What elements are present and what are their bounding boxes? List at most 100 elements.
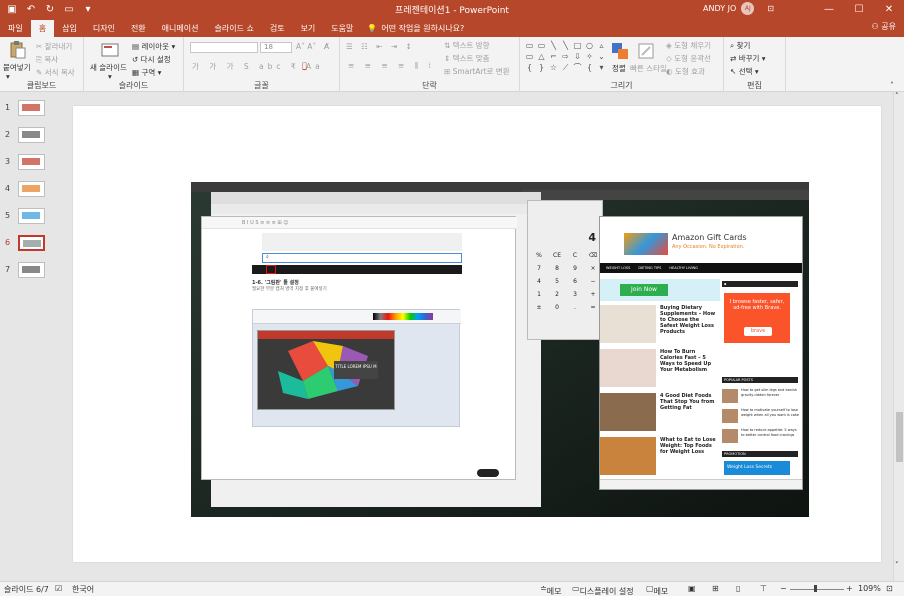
- article-item[interactable]: 4 Good Diet Foods That Stop You from Get…: [600, 393, 716, 437]
- article-item[interactable]: What to Eat to Lose Weight: Top Foods fo…: [600, 437, 716, 481]
- site-nav-item[interactable]: HEALTHY LIVING: [669, 266, 697, 270]
- brave-ad[interactable]: I browse faster, safer, ad-free with Bra…: [724, 293, 790, 343]
- tab-9[interactable]: 도움말: [323, 20, 361, 37]
- calculator-key[interactable]: .: [566, 301, 584, 314]
- close-button[interactable]: ✕: [874, 0, 904, 18]
- dialog-confirm-button[interactable]: [477, 469, 499, 477]
- find-button[interactable]: ⌕ 찾기: [730, 40, 750, 51]
- ad-banner[interactable]: Amazon Gift Cards Any Occasion. No Expir…: [620, 229, 770, 259]
- slide-thumbnail-7[interactable]: 7: [0, 262, 67, 280]
- list-buttons[interactable]: ☰ ☷ ⇤ ⇥ ↕: [346, 42, 415, 51]
- tab-6[interactable]: 슬라이드 쇼: [206, 20, 261, 37]
- customize-qat-icon[interactable]: ▾: [82, 4, 94, 15]
- comments-button[interactable]: ▢ 메모: [646, 584, 668, 596]
- minimize-button[interactable]: —: [814, 0, 844, 18]
- calculator-key[interactable]: 2: [548, 288, 566, 301]
- calculator-key[interactable]: 4: [530, 275, 548, 288]
- quick-styles-icon[interactable]: [636, 41, 656, 61]
- align-text-button[interactable]: ⇕ 텍스트 맞춤: [444, 53, 490, 64]
- tab-3[interactable]: 디자인: [85, 20, 123, 37]
- slide-thumbnail-5[interactable]: 5: [0, 208, 67, 226]
- calculator-key[interactable]: 5: [548, 275, 566, 288]
- article-item[interactable]: How To Burn Calories Fast – 5 Ways to Sp…: [600, 349, 716, 393]
- promo-banner[interactable]: Weight Loss Secrets: [724, 461, 790, 475]
- layout-button[interactable]: ▤ 레이아웃 ▾: [132, 41, 175, 52]
- format-painter-button[interactable]: ✎ 서식 복사: [36, 67, 75, 78]
- calculator-key[interactable]: C: [566, 249, 584, 262]
- calculator-key[interactable]: ±: [530, 301, 548, 314]
- font-size-dropdown[interactable]: 18: [260, 42, 292, 53]
- calculator-key[interactable]: 1: [530, 288, 548, 301]
- calculator-key[interactable]: %: [530, 249, 548, 262]
- copy-button[interactable]: ⎘ 복사: [36, 54, 58, 65]
- slide-thumbnail-3[interactable]: 3: [0, 154, 67, 172]
- tab-8[interactable]: 보기: [293, 20, 324, 37]
- calculator-key[interactable]: 0: [548, 301, 566, 314]
- brave-button[interactable]: brave: [744, 327, 772, 336]
- smartart-button[interactable]: ⊞ SmartArt로 변환: [444, 66, 510, 77]
- calculator-key[interactable]: 7: [530, 262, 548, 275]
- arrange-button[interactable]: 정렬: [612, 63, 626, 74]
- paste-icon[interactable]: [8, 40, 28, 60]
- slideshow-icon[interactable]: ⊤: [760, 584, 767, 593]
- zoom-out-icon[interactable]: −: [780, 584, 787, 593]
- display-settings-button[interactable]: ▭ 디스플레이 설정: [572, 584, 634, 596]
- clear-formatting-icon[interactable]: A̸: [324, 42, 329, 51]
- grow-font-icon[interactable]: A˄ A˅: [296, 42, 316, 51]
- popular-post-item[interactable]: How to get slim legs and banish gravity-…: [722, 387, 800, 407]
- spell-check-icon[interactable]: ☑: [55, 584, 62, 593]
- share-button[interactable]: ⚇ 공유: [872, 21, 896, 32]
- zoom-level[interactable]: 109%: [858, 584, 881, 593]
- tab-5[interactable]: 애니메이션: [154, 20, 207, 37]
- slide-thumbnail-6[interactable]: 6: [0, 235, 67, 253]
- arrange-icon[interactable]: [610, 41, 630, 61]
- redo-icon[interactable]: ↻: [44, 4, 56, 15]
- save-icon[interactable]: ▣: [6, 4, 18, 15]
- replace-button[interactable]: ⇄ 바꾸기 ▾: [730, 53, 766, 64]
- vertical-scrollbar[interactable]: ˄ ˅: [893, 92, 904, 581]
- site-nav-item[interactable]: DIETING TIPS: [638, 266, 661, 270]
- user-account[interactable]: ANDY JO AJ ⊡: [703, 2, 774, 15]
- shapes-gallery[interactable]: ▭ ▭ ╲ ╲ □ ○ ▵ ▭ △ ⌐ ⇨ ⇩ ✧ ⌄ {} ☆ ⟋ ⌒{▾: [524, 41, 607, 73]
- shape-outline-button[interactable]: ◇ 도형 윤곽선: [666, 53, 711, 64]
- quick-styles-button[interactable]: 빠른 스타일: [630, 63, 667, 74]
- slide-sorter-icon[interactable]: ⊞: [712, 584, 719, 593]
- zoom-in-icon[interactable]: +: [846, 584, 853, 593]
- undo-icon[interactable]: ↶: [25, 4, 37, 15]
- site-nav-item[interactable]: WEIGHT LOSS: [606, 266, 630, 270]
- calculator-key[interactable]: CE: [548, 249, 566, 262]
- tab-7[interactable]: 검토: [262, 20, 293, 37]
- scrollbar-thumb[interactable]: [896, 412, 903, 462]
- article-item[interactable]: Buying Dietary Supplements – How to Choo…: [600, 305, 716, 349]
- cut-button[interactable]: ✂ 잘라내기: [36, 41, 72, 52]
- calculator-key[interactable]: 6: [566, 275, 584, 288]
- language[interactable]: 한국어: [72, 584, 94, 595]
- shape-effects-button[interactable]: ◐ 도형 효과: [666, 66, 705, 77]
- calculator-key[interactable]: 3: [566, 288, 584, 301]
- calculator-key[interactable]: 8: [548, 262, 566, 275]
- font-color-icon[interactable]: 가̲: [302, 61, 307, 70]
- text-direction-button[interactable]: ⇅ 텍스트 방향: [444, 40, 490, 51]
- slide-thumbnail-2[interactable]: 2: [0, 127, 67, 145]
- slideshow-from-start-icon[interactable]: ▭: [63, 4, 75, 15]
- shape-fill-button[interactable]: ◈ 도형 채우기: [666, 40, 711, 51]
- scroll-down-icon[interactable]: ˅: [895, 561, 899, 569]
- ribbon-display-options-icon[interactable]: ⊡: [767, 4, 774, 13]
- tell-me-search[interactable]: 💡 어떤 작업을 원하시나요?: [367, 20, 464, 37]
- calculator-key[interactable]: 9: [566, 262, 584, 275]
- slide-thumbnail-4[interactable]: 4: [0, 181, 67, 199]
- reading-view-icon[interactable]: ▯: [736, 584, 740, 593]
- new-slide-icon[interactable]: [100, 40, 120, 60]
- popular-post-item[interactable]: How to motivate yourself to lose weight …: [722, 407, 800, 427]
- slide-thumbnail-1[interactable]: 1: [0, 100, 67, 118]
- tab-1[interactable]: 홈: [30, 20, 55, 37]
- align-buttons[interactable]: ≡ ≡ ≡ ≡ ⫼ ⁞: [348, 61, 435, 71]
- join-now-button[interactable]: Join Now: [620, 284, 668, 296]
- font-name-dropdown[interactable]: [190, 42, 258, 53]
- collapse-ribbon-icon[interactable]: ˄: [890, 81, 894, 90]
- fit-to-window-icon[interactable]: ⊡: [886, 584, 893, 593]
- popular-post-item[interactable]: How to reduce appetite: 5 ways to better…: [722, 427, 800, 447]
- normal-view-icon[interactable]: ▣: [688, 584, 696, 593]
- section-button[interactable]: ▦ 구역 ▾: [132, 67, 161, 78]
- tab-0[interactable]: 파일: [0, 20, 31, 37]
